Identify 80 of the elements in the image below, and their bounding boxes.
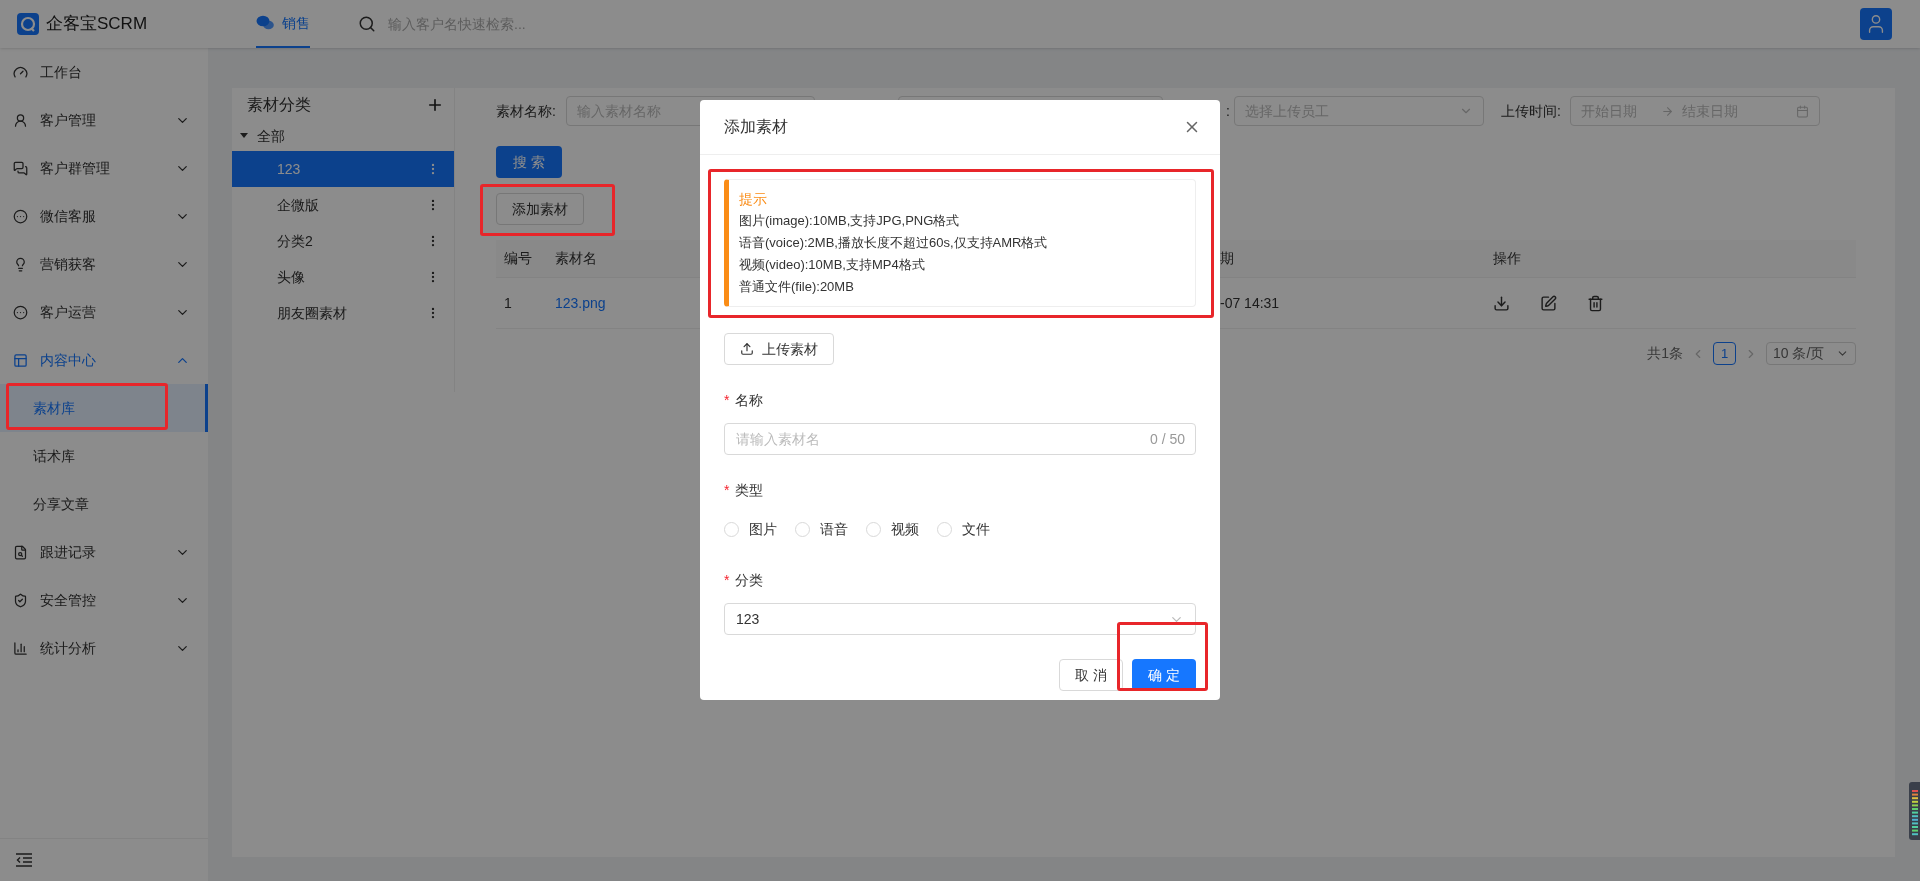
column-header: 操作 — [1493, 250, 1521, 266]
collapse-menu-icon[interactable] — [16, 853, 32, 867]
menu-item[interactable]: 安全管控 — [0, 576, 208, 624]
calendar-icon — [1796, 104, 1809, 118]
menu-item[interactable]: 营销获客 — [0, 240, 208, 288]
caret-icon — [240, 133, 248, 139]
category-select[interactable]: 123 — [724, 603, 1196, 635]
tree-item[interactable]: 企微版 — [232, 187, 454, 223]
panel-icon — [13, 352, 28, 368]
add-material-button[interactable]: 添加素材 — [496, 193, 584, 225]
avatar-button[interactable] — [1860, 8, 1892, 40]
chat-bubbles-icon — [13, 160, 28, 176]
menu-item[interactable]: 客户管理 — [0, 96, 208, 144]
menu-item[interactable]: 统计分析 — [0, 624, 208, 672]
tree-item[interactable]: 头像 — [232, 259, 454, 295]
total-count: 共1条 — [1647, 344, 1683, 363]
menu-item[interactable]: 客户运营 — [0, 288, 208, 336]
download-icon[interactable] — [1493, 294, 1510, 312]
menu-item[interactable]: 跟进记录 — [0, 528, 208, 576]
upload-button[interactable]: 上传素材 — [724, 333, 834, 365]
required-mark: * — [724, 570, 730, 590]
radio-option[interactable]: 视频 — [866, 518, 919, 540]
menu-item[interactable]: 客户群管理 — [0, 144, 208, 192]
search-icon — [358, 15, 376, 33]
page-button[interactable]: 1 — [1713, 342, 1736, 365]
delete-icon[interactable] — [1587, 294, 1604, 312]
menu-item[interactable]: 微信客服 — [0, 192, 208, 240]
bar-chart-icon — [13, 640, 28, 656]
notice-line: 图片(image):10MB,支持JPG,PNG格式 — [739, 212, 961, 230]
level-meter-icon — [1909, 782, 1920, 840]
column-header: 编号 — [504, 250, 532, 266]
person-icon — [13, 112, 28, 128]
ellipsis-circle-icon — [13, 208, 28, 224]
notice-line: 视频(video):10MB,支持MP4格式 — [739, 256, 926, 274]
chat-bubbles-icon — [256, 15, 274, 31]
arrow-right-icon — [1661, 104, 1674, 118]
required-mark: * — [724, 390, 730, 410]
tree-node[interactable]: 全部 — [232, 121, 454, 151]
filter-label: 上传时间: — [1501, 101, 1562, 121]
field-label: * 类型 — [724, 479, 1196, 501]
radio-option[interactable]: 文件 — [937, 518, 990, 540]
search-button[interactable]: 搜 索 — [496, 146, 562, 178]
required-mark: * — [724, 480, 730, 500]
notice-line: 语音(voice):2MB,播放长度不超过60s,仅支持AMR格式 — [739, 234, 1049, 252]
character-counter: 0 / 50 — [1149, 430, 1185, 449]
field-label: * 名称 — [724, 389, 1196, 411]
edit-icon[interactable] — [1540, 294, 1557, 312]
table-cell: -07 14:31 — [1220, 294, 1280, 311]
field-label: * 分类 — [724, 569, 1196, 591]
column-header: 期 — [1220, 250, 1234, 266]
tree-item[interactable]: 朋友圈素材 — [232, 295, 454, 331]
filter-label: 素材名称: — [496, 101, 557, 121]
panel-title: 素材分类 — [247, 95, 311, 115]
menu-item[interactable]: 工作台 — [0, 48, 208, 96]
menu-item[interactable]: 内容中心 — [0, 336, 208, 384]
tree-item[interactable]: 分类2 — [232, 223, 454, 259]
gauge-icon — [13, 64, 28, 80]
ellipsis-circle-icon — [13, 304, 28, 320]
tree-item[interactable]: 123 — [232, 151, 454, 187]
notice-title: 提示 — [739, 190, 768, 209]
submenu-item[interactable]: 分享文章 — [0, 480, 208, 528]
table-cell: 1 — [504, 294, 512, 311]
notice-line: 普通文件(file):20MB — [739, 278, 855, 296]
upload-icon — [740, 342, 754, 356]
logo-icon — [17, 13, 39, 35]
column-header: 素材名 — [555, 250, 597, 266]
radio-option[interactable]: 图片 — [724, 518, 777, 540]
file-link[interactable]: 123.png — [555, 294, 606, 311]
radio-option[interactable]: 语音 — [795, 518, 848, 540]
app-name: 企客宝SCRM — [46, 13, 148, 36]
shield-check-icon — [13, 592, 28, 608]
filter-label: : — [1226, 101, 1231, 121]
lightbulb-icon — [13, 256, 28, 272]
confirm-button[interactable]: 确 定 — [1132, 659, 1196, 691]
document-search-icon — [13, 544, 28, 560]
page-size-select[interactable]: 10 条/页 — [1766, 342, 1856, 365]
add-icon[interactable] — [426, 96, 444, 114]
submenu-item[interactable]: 素材库 — [0, 384, 208, 432]
submenu-item[interactable]: 话术库 — [0, 432, 208, 480]
nav-tab[interactable]: 销售 — [256, 0, 310, 48]
